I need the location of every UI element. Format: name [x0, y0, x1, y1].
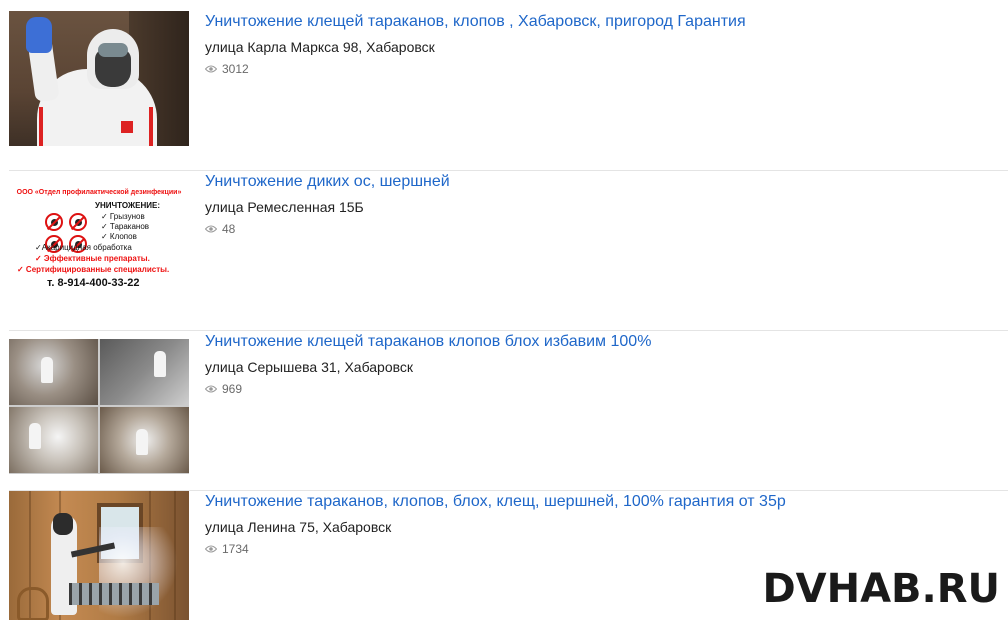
listing-address: улица Серышева 31, Хабаровск	[205, 359, 414, 375]
view-count-value: 1734	[222, 542, 249, 556]
view-count-value: 969	[222, 382, 243, 396]
listing-photo[interactable]	[9, 11, 189, 146]
view-count-value: 3012	[222, 62, 249, 76]
eye-icon	[205, 385, 217, 393]
ad-line: ✓ Сертифицированные специалисты.	[17, 265, 170, 274]
listing-address: улица Ремесленная 15Б	[205, 199, 364, 215]
view-count: 48	[205, 222, 998, 236]
eye-icon	[205, 225, 217, 233]
ad-company-name: ООО «Отдел профилактической дезинфекции»	[16, 189, 182, 196]
ad-line: УНИЧТОЖЕНИЕ:	[95, 201, 161, 210]
listing-title-link[interactable]: Уничтожение клещей тараканов, клопов , Х…	[205, 11, 998, 33]
listing-item: Уничтожение клещей тараканов, клопов , Х…	[9, 11, 1008, 171]
view-count: 969	[205, 382, 998, 396]
listing-photo[interactable]	[9, 339, 189, 474]
ad-line: ✓Акарицидная обработка	[35, 243, 132, 252]
listing-item: Уничтожение клещей тараканов клопов блох…	[9, 331, 1008, 491]
listing-title-link[interactable]: Уничтожение диких ос, шершней	[205, 171, 998, 193]
ad-line: ✓ Грызунов	[101, 212, 145, 221]
listing-address: улица Ленина 75, Хабаровск	[205, 519, 392, 535]
ad-phone: т. 8-914-400-33-22	[47, 277, 140, 289]
listing-photo[interactable]	[9, 491, 189, 620]
ad-line: ✓ Тараканов	[101, 222, 150, 231]
listing-title-link[interactable]: Уничтожение клещей тараканов клопов блох…	[205, 331, 998, 353]
view-count: 1734	[205, 542, 998, 556]
site-watermark: DVHAB.RU	[762, 566, 1000, 612]
listing-address: улица Карла Маркса 98, Хабаровск	[205, 39, 435, 55]
listing-item: ООО «Отдел профилактической дезинфекции»…	[9, 171, 1008, 331]
listing-title-link[interactable]: Уничтожение тараканов, клопов, блох, кле…	[205, 491, 998, 513]
listing-photo[interactable]: ООО «Отдел профилактической дезинфекции»…	[9, 171, 189, 306]
eye-icon	[205, 65, 217, 73]
view-count: 3012	[205, 62, 998, 76]
ad-line: ✓ Эффективные препараты.	[35, 254, 150, 263]
view-count-value: 48	[222, 222, 236, 236]
eye-icon	[205, 545, 217, 553]
ad-line: ✓ Клопов	[101, 232, 137, 241]
